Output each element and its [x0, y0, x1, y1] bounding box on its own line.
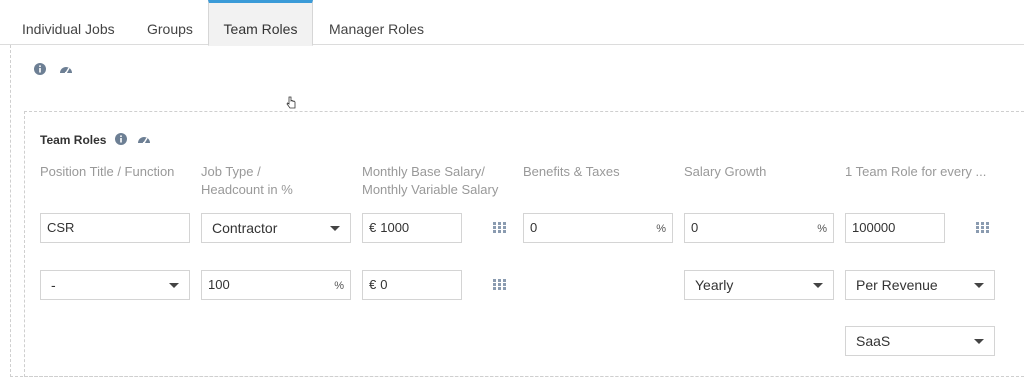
- position-title-input[interactable]: CSR: [40, 213, 190, 243]
- grid-icon[interactable]: [493, 222, 507, 234]
- caret-down-icon: [974, 339, 984, 344]
- header-job-type-line1: Job Type /: [201, 164, 261, 179]
- tab-team-roles[interactable]: Team Roles: [208, 0, 313, 46]
- caret-down-icon: [813, 283, 823, 288]
- base-salary-input[interactable]: €1000: [362, 213, 462, 243]
- growth-period-selected: Yearly: [695, 277, 734, 293]
- growth-period-select[interactable]: Yearly: [684, 270, 834, 300]
- ratio-basis-selected: Per Revenue: [856, 277, 938, 293]
- tab-bar: Individual Jobs Groups Team Roles Manage…: [0, 0, 1024, 46]
- percent-suffix: %: [656, 223, 666, 235]
- job-type-select[interactable]: Contractor: [201, 213, 351, 243]
- info-icon[interactable]: [115, 133, 127, 145]
- salary-growth-input[interactable]: 0 %: [684, 213, 834, 243]
- section-title: Team Roles: [40, 133, 107, 147]
- grid-icon[interactable]: [976, 222, 990, 234]
- benefits-taxes-input[interactable]: 0 %: [523, 213, 673, 243]
- headcount-input[interactable]: 100 %: [201, 270, 351, 300]
- job-type-selected: Contractor: [212, 220, 278, 236]
- revenue-type-select[interactable]: SaaS: [845, 326, 995, 356]
- ratio-basis-select[interactable]: Per Revenue: [845, 270, 995, 300]
- dashboard-icon[interactable]: [59, 63, 73, 75]
- info-icon[interactable]: [34, 63, 46, 75]
- variable-salary-value: 0: [380, 277, 388, 292]
- caret-down-icon: [330, 226, 340, 231]
- caret-down-icon: [169, 283, 179, 288]
- benefits-value: 0: [530, 220, 538, 235]
- percent-suffix: %: [817, 223, 827, 235]
- currency-prefix: €: [369, 220, 377, 235]
- headcount-value: 100: [208, 277, 230, 292]
- dashboard-icon[interactable]: [137, 133, 151, 145]
- header-salary: Monthly Base Salary/ Monthly Variable Sa…: [362, 163, 498, 199]
- currency-prefix: €: [369, 277, 377, 292]
- header-salary-line1: Monthly Base Salary/: [362, 164, 485, 179]
- variable-salary-input[interactable]: €0: [362, 270, 462, 300]
- base-salary-value: 1000: [380, 220, 410, 235]
- growth-value: 0: [691, 220, 699, 235]
- position-function-selected: -: [51, 277, 56, 293]
- pointer-cursor-icon: [286, 96, 296, 109]
- revenue-type-selected: SaaS: [856, 333, 891, 349]
- caret-down-icon: [974, 283, 984, 288]
- header-salary-line2: Monthly Variable Salary: [362, 182, 499, 197]
- header-benefits-taxes: Benefits & Taxes: [523, 164, 620, 179]
- header-team-role-ratio: 1 Team Role for every ...: [845, 164, 987, 179]
- header-job-type: Job Type / Headcount in %: [201, 163, 293, 199]
- position-function-select[interactable]: -: [40, 270, 190, 300]
- header-job-type-line2: Headcount in %: [201, 182, 293, 197]
- tab-manager-roles[interactable]: Manager Roles: [329, 0, 424, 45]
- team-role-ratio-input[interactable]: 100000: [845, 213, 945, 243]
- tab-individual-jobs[interactable]: Individual Jobs: [22, 0, 115, 45]
- percent-suffix: %: [334, 280, 344, 292]
- grid-icon[interactable]: [493, 279, 507, 291]
- header-salary-growth: Salary Growth: [684, 164, 767, 179]
- header-position-title: Position Title / Function: [40, 164, 175, 179]
- tab-groups[interactable]: Groups: [147, 0, 193, 45]
